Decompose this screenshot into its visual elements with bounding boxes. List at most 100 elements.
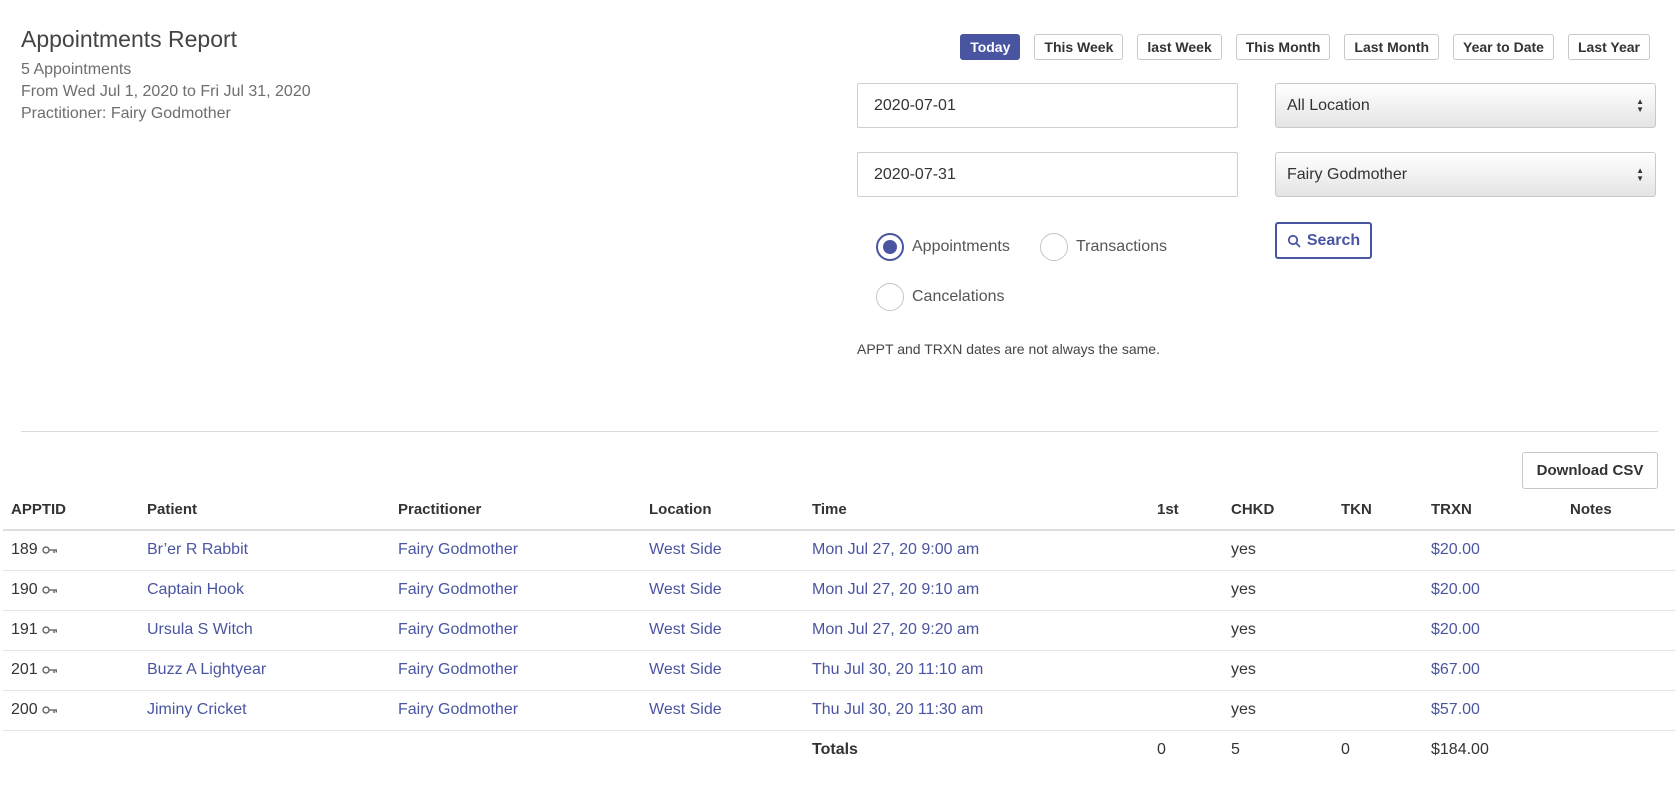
radio-cancelations[interactable]: Cancelations bbox=[876, 283, 1005, 311]
cell-tkn bbox=[1333, 570, 1423, 611]
table-row: 201 Buzz A Lightyear Fairy Godmother West S… bbox=[3, 650, 1675, 691]
last-week-button[interactable]: last Week bbox=[1137, 34, 1222, 60]
cell-patient: Captain Hook bbox=[139, 570, 390, 611]
radio-selected-icon[interactable] bbox=[876, 233, 904, 261]
patient-link[interactable]: Ursula S Witch bbox=[147, 621, 253, 638]
cell-practitioner: Fairy Godmother bbox=[390, 650, 641, 691]
time-link[interactable]: Thu Jul 30, 20 11:10 am bbox=[812, 661, 983, 678]
cell-notes bbox=[1562, 650, 1675, 691]
start-date-input[interactable] bbox=[857, 83, 1238, 128]
search-button[interactable]: Search bbox=[1275, 222, 1372, 259]
trxn-link[interactable]: $20.00 bbox=[1431, 541, 1480, 558]
cell-time: Thu Jul 30, 20 11:30 am bbox=[804, 690, 1149, 731]
cell-time: Mon Jul 27, 20 9:00 am bbox=[804, 530, 1149, 571]
patient-link[interactable]: Captain Hook bbox=[147, 581, 244, 598]
cell-first bbox=[1149, 690, 1223, 731]
totals-label: Totals bbox=[812, 741, 858, 759]
this-month-button[interactable]: This Month bbox=[1235, 34, 1331, 60]
practitioner-link[interactable]: Fairy Godmother bbox=[398, 701, 518, 718]
radio-transactions-label: Transactions bbox=[1076, 238, 1167, 255]
trxn-link[interactable]: $20.00 bbox=[1431, 581, 1480, 598]
location-select-value: All Location bbox=[1287, 96, 1370, 114]
location-link[interactable]: West Side bbox=[649, 541, 722, 558]
col-chkd[interactable]: CHKD bbox=[1223, 489, 1333, 531]
key-icon[interactable] bbox=[42, 621, 58, 639]
cell-patient: Br’er R Rabbit bbox=[139, 530, 390, 571]
radio-unselected-icon[interactable] bbox=[876, 283, 904, 311]
cell-first bbox=[1149, 650, 1223, 691]
col-patient[interactable]: Patient bbox=[139, 489, 390, 531]
appt-id: 191 bbox=[11, 621, 38, 639]
cell-tkn bbox=[1333, 530, 1423, 571]
cell-tkn bbox=[1333, 650, 1423, 691]
time-link[interactable]: Mon Jul 27, 20 9:00 am bbox=[812, 541, 979, 558]
col-first[interactable]: 1st bbox=[1149, 489, 1223, 531]
key-icon[interactable] bbox=[42, 541, 58, 559]
patient-link[interactable]: Br’er R Rabbit bbox=[147, 541, 248, 558]
time-link[interactable]: Mon Jul 27, 20 9:20 am bbox=[812, 621, 979, 638]
cell-first bbox=[1149, 570, 1223, 611]
this-week-button[interactable]: This Week bbox=[1034, 34, 1124, 60]
appointments-table: APPTID Patient Practitioner Location Tim… bbox=[3, 489, 1675, 770]
cell-apptid: 190 bbox=[3, 570, 139, 611]
totals-row: Totals 0 5 0 $184.00 bbox=[3, 730, 1675, 770]
radio-appointments[interactable]: Appointments bbox=[876, 233, 1010, 261]
last-year-button[interactable]: Last Year bbox=[1567, 34, 1650, 60]
divider bbox=[21, 431, 1658, 432]
cell-trxn: $67.00 bbox=[1423, 650, 1562, 691]
trxn-link[interactable]: $57.00 bbox=[1431, 701, 1480, 718]
location-select[interactable]: All Location ▲ ▼ bbox=[1275, 83, 1656, 128]
cell-patient: Buzz A Lightyear bbox=[139, 650, 390, 691]
table-row: 191 Ursula S Witch Fairy Godmother West Sid… bbox=[3, 610, 1675, 651]
cell-practitioner: Fairy Godmother bbox=[390, 690, 641, 731]
patient-link[interactable]: Jiminy Cricket bbox=[147, 701, 247, 718]
key-icon[interactable] bbox=[42, 701, 58, 719]
time-link[interactable]: Thu Jul 30, 20 11:30 am bbox=[812, 701, 983, 718]
practitioner-link[interactable]: Fairy Godmother bbox=[398, 581, 518, 598]
location-link[interactable]: West Side bbox=[649, 701, 722, 718]
appt-id: 189 bbox=[11, 541, 38, 559]
col-location[interactable]: Location bbox=[641, 489, 804, 531]
radio-cancelations-label: Cancelations bbox=[912, 288, 1005, 305]
cell-chkd: yes bbox=[1223, 570, 1333, 611]
practitioner-link[interactable]: Fairy Godmother bbox=[398, 621, 518, 638]
appt-id: 200 bbox=[11, 701, 38, 719]
time-link[interactable]: Mon Jul 27, 20 9:10 am bbox=[812, 581, 979, 598]
cell-first bbox=[1149, 610, 1223, 651]
total-chkd: 5 bbox=[1231, 741, 1240, 759]
col-trxn[interactable]: TRXN bbox=[1423, 489, 1562, 531]
radio-transactions[interactable]: Transactions bbox=[1040, 233, 1167, 261]
date-range-text: From Wed Jul 1, 2020 to Fri Jul 31, 2020 bbox=[21, 83, 311, 100]
location-link[interactable]: West Side bbox=[649, 621, 722, 638]
key-icon[interactable] bbox=[42, 661, 58, 679]
year-to-date-button[interactable]: Year to Date bbox=[1453, 34, 1554, 60]
cell-location: West Side bbox=[641, 610, 804, 651]
location-link[interactable]: West Side bbox=[649, 661, 722, 678]
key-icon[interactable] bbox=[42, 581, 58, 599]
today-button[interactable]: Today bbox=[960, 34, 1021, 60]
cell-patient: Ursula S Witch bbox=[139, 610, 390, 651]
trxn-link[interactable]: $67.00 bbox=[1431, 661, 1480, 678]
practitioner-link[interactable]: Fairy Godmother bbox=[398, 661, 518, 678]
col-tkn[interactable]: TKN bbox=[1333, 489, 1423, 531]
download-csv-button[interactable]: Download CSV bbox=[1522, 452, 1658, 489]
cell-trxn: $20.00 bbox=[1423, 570, 1562, 611]
end-date-input[interactable] bbox=[857, 152, 1238, 197]
cell-practitioner: Fairy Godmother bbox=[390, 530, 641, 571]
select-arrows-icon: ▲ ▼ bbox=[1636, 165, 1644, 183]
last-month-button[interactable]: Last Month bbox=[1344, 34, 1440, 60]
radio-unselected-icon[interactable] bbox=[1040, 233, 1068, 261]
location-link[interactable]: West Side bbox=[649, 581, 722, 598]
patient-link[interactable]: Buzz A Lightyear bbox=[147, 661, 266, 678]
cell-notes bbox=[1562, 610, 1675, 651]
practitioner-select[interactable]: Fairy Godmother ▲ ▼ bbox=[1275, 152, 1656, 197]
cell-chkd: yes bbox=[1223, 650, 1333, 691]
practitioner-link[interactable]: Fairy Godmother bbox=[398, 541, 518, 558]
col-practitioner[interactable]: Practitioner bbox=[390, 489, 641, 531]
select-arrows-icon: ▲ ▼ bbox=[1636, 96, 1644, 114]
col-notes[interactable]: Notes bbox=[1562, 489, 1675, 531]
col-time[interactable]: Time bbox=[804, 489, 1149, 531]
trxn-link[interactable]: $20.00 bbox=[1431, 621, 1480, 638]
search-button-label: Search bbox=[1306, 231, 1361, 249]
col-apptid[interactable]: APPTID bbox=[3, 489, 139, 531]
